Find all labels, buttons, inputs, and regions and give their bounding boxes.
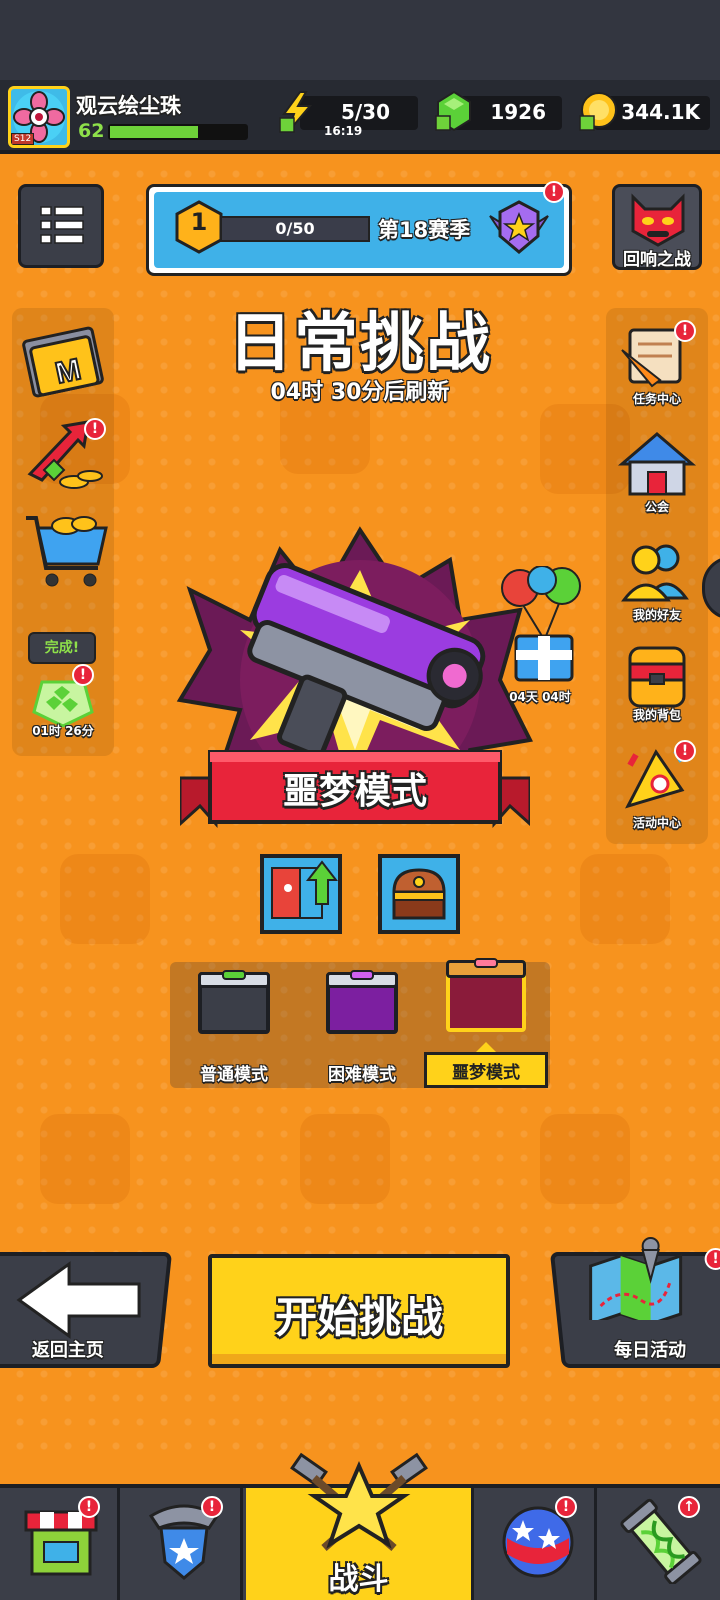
growth-badge: ! <box>84 418 106 440</box>
demon-mask-icon <box>631 193 685 247</box>
xp-bar-fill <box>110 126 199 138</box>
hard-chest-latch <box>350 970 374 980</box>
xp-bar <box>108 124 248 140</box>
selected-mode-pointer <box>476 1042 496 1052</box>
season-emblem-icon <box>489 200 549 254</box>
mode-option-nightmare[interactable]: 噩梦模式 <box>424 954 548 1088</box>
task-center-label: 任务中心 <box>632 392 681 406</box>
gem-icon[interactable] <box>434 90 474 132</box>
daily-activity-button[interactable]: ! 每日活动 <box>549 1237 720 1368</box>
daily-activity-label: 每日活动 <box>614 1340 687 1361</box>
nav-research-badge: ↑ <box>678 1496 700 1518</box>
chest-icon <box>392 868 446 920</box>
list-menu-icon <box>40 206 84 244</box>
status-bar <box>0 0 720 80</box>
left-arrow-icon <box>16 1261 141 1339</box>
menu-button[interactable] <box>18 184 104 268</box>
normal-chest-latch <box>222 970 246 980</box>
mode-label-hard: 困难模式 <box>328 1065 396 1085</box>
top-bar: S12 观云绘尘珠 62 5/30 16:19 1926 344.1K <box>0 80 720 154</box>
gold-value: 344.1K <box>621 100 700 124</box>
shop-cart-icon[interactable] <box>20 508 112 592</box>
mode-ribbon-label: 噩梦模式 <box>282 771 427 812</box>
nav-planets[interactable]: ! <box>477 1488 597 1600</box>
player-name: 观云绘尘珠 <box>76 94 181 118</box>
gem-jar-timer: 01时 26分 <box>32 724 94 738</box>
gem-jar-badge: ! <box>72 664 94 686</box>
gems-value: 1926 <box>490 100 546 124</box>
lightning-icon[interactable] <box>278 90 316 134</box>
event-center-label: 活动中心 <box>632 816 681 830</box>
gift-balloon-icon <box>501 565 581 682</box>
season-pass-panel[interactable]: 1 0/50 第18赛季 ! <box>146 181 572 276</box>
nav-shop[interactable]: ! <box>0 1488 120 1600</box>
mode-label-normal: 普通模式 <box>200 1065 268 1085</box>
guild-button[interactable]: 公会 <box>616 428 698 518</box>
back-home-button[interactable]: 返回主页 <box>0 1252 173 1368</box>
guild-label: 公会 <box>644 500 669 514</box>
echo-battle-label: 回响之战 <box>623 250 691 270</box>
nav-research[interactable]: ↑ <box>600 1488 720 1600</box>
treasure-chest-button[interactable] <box>378 854 460 934</box>
friends-button[interactable]: 我的好友 <box>616 536 698 626</box>
energy-value: 5/30 <box>340 100 390 124</box>
backpack-icon <box>628 646 686 708</box>
daily-activity-badge: ! <box>704 1248 720 1270</box>
complete-tag: 完成! <box>28 632 96 664</box>
m-card-icon[interactable]: M <box>20 324 110 404</box>
friends-icon <box>621 544 689 602</box>
event-center-button[interactable]: ! 活动中心 <box>616 740 698 834</box>
back-home-label: 返回主页 <box>31 1340 104 1361</box>
avatar[interactable]: S12 <box>8 86 70 148</box>
energy-timer: 16:19 <box>324 124 363 138</box>
nightmare-chest-latch <box>474 958 498 968</box>
backpack-label: 我的背包 <box>632 708 681 722</box>
season-progress-text: 0/50 <box>275 219 315 238</box>
event-center-badge: ! <box>674 740 696 762</box>
nav-equipment-badge: ! <box>201 1496 223 1518</box>
season-notification-badge: ! <box>543 181 565 203</box>
gold-coin-icon[interactable] <box>578 90 620 132</box>
complete-label: 完成! <box>44 640 80 656</box>
nav-planets-badge: ! <box>555 1496 577 1518</box>
nav-shop-badge: ! <box>78 1496 100 1518</box>
season-level: 1 <box>190 208 208 236</box>
gift-balloon-button[interactable]: 04天 04时 <box>498 565 588 706</box>
guild-house-icon <box>617 432 697 496</box>
mode-option-normal[interactable]: 普通模式 <box>190 962 290 1086</box>
mode-ribbon: 噩梦模式 <box>180 748 530 834</box>
task-center-button[interactable]: ! 任务中心 <box>616 320 698 410</box>
start-challenge-button[interactable]: 开始挑战 <box>208 1254 510 1368</box>
friends-label: 我的好友 <box>632 608 681 622</box>
nav-battle[interactable]: 战斗 <box>246 1452 474 1600</box>
crossed-hammers-star-icon <box>290 1452 428 1552</box>
nav-battle-label: 战斗 <box>328 1562 389 1597</box>
character-upgrade-icon <box>271 860 339 919</box>
mode-label-nightmare: 噩梦模式 <box>452 1063 520 1083</box>
upgrade-character-button[interactable] <box>260 854 342 934</box>
treasure-map-icon <box>589 1237 683 1320</box>
task-center-badge: ! <box>674 320 696 342</box>
season-label: 第18赛季 <box>378 218 471 242</box>
nav-equipment[interactable]: ! <box>123 1488 243 1600</box>
mode-option-hard[interactable]: 困难模式 <box>318 962 418 1086</box>
backpack-button[interactable]: 我的背包 <box>616 640 698 730</box>
gift-timer: 04天 04时 <box>509 690 571 704</box>
echo-battle-button[interactable]: 回响之战 <box>612 184 702 270</box>
start-challenge-label: 开始挑战 <box>274 1293 443 1342</box>
rank-badge: S12 <box>11 133 35 145</box>
player-level: 62 <box>78 120 105 142</box>
